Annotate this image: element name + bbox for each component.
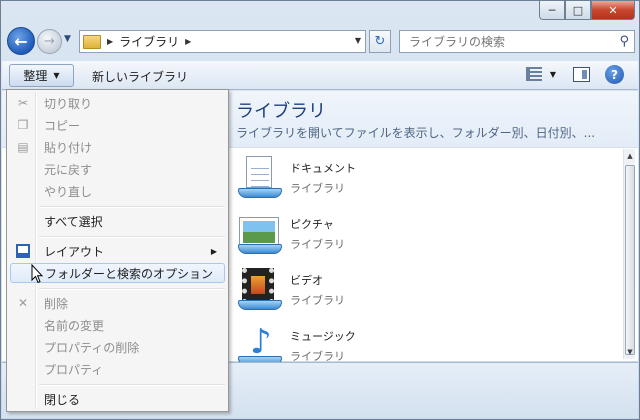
- menu-item-label: コピー: [44, 118, 81, 133]
- menu-separator: [39, 206, 225, 208]
- scroll-down-button[interactable]: ▼: [624, 345, 636, 359]
- new-library-button[interactable]: 新しいライブラリ: [92, 68, 188, 85]
- menu-item-label: 閉じる: [44, 392, 81, 407]
- item-name: ドキュメント: [290, 162, 356, 175]
- delete-icon: ✕: [17, 296, 29, 310]
- chevron-down-icon: ▼: [53, 71, 60, 80]
- documents-icon: [236, 156, 284, 200]
- list-item-documents[interactable]: ドキュメント ライブラリ: [236, 153, 556, 203]
- menu-item-label: 貼り付け: [44, 140, 93, 155]
- item-type: ライブラリ: [290, 182, 345, 195]
- maximize-button[interactable]: □: [565, 1, 591, 20]
- menu-item-label: 削除: [44, 296, 69, 311]
- back-button[interactable]: ←: [7, 27, 35, 55]
- libraries-folder-icon: [83, 34, 101, 49]
- caption-buttons: ─ □ ✕: [539, 1, 635, 20]
- menu-item-label: やり直し: [44, 184, 93, 199]
- command-bar: 整理 ▼ 新しいライブラリ ▼ ?: [2, 61, 638, 90]
- refresh-button[interactable]: ↻: [369, 30, 391, 53]
- library-description: ライブラリを開いてファイルを表示し、フォルダー別、日付別、...: [236, 126, 596, 140]
- page-title: ライブラリ: [236, 101, 326, 122]
- mouse-pointer-icon: [31, 264, 43, 284]
- search-icon[interactable]: ⚲: [619, 34, 629, 49]
- organize-label: 整理: [23, 69, 48, 83]
- list-item-videos[interactable]: ビデオ ライブラリ: [236, 265, 556, 315]
- vertical-scrollbar[interactable]: ▲ ▼: [623, 149, 635, 359]
- menu-item-label: 名前の変更: [44, 318, 105, 333]
- menu-item-copy[interactable]: ❐ コピー: [10, 115, 225, 135]
- menu-item-paste[interactable]: ▤ 貼り付け: [10, 137, 225, 157]
- forward-button[interactable]: →: [37, 29, 62, 54]
- submenu-arrow-icon: ▶: [210, 246, 217, 256]
- layout-icon: [16, 244, 30, 258]
- breadcrumb-libraries[interactable]: ライブラリ: [119, 33, 179, 50]
- navigation-bar: ← → ▼ ▶ ライブラリ ▶ ▼ ↻ ⚲: [7, 27, 635, 57]
- address-bar[interactable]: ▶ ライブラリ ▶ ▼: [79, 30, 366, 53]
- menu-item-remove-properties[interactable]: プロパティの削除: [10, 337, 225, 357]
- menu-item-label: レイアウト: [44, 244, 105, 259]
- menu-item-layout[interactable]: レイアウト ▶: [10, 241, 225, 261]
- menu-item-delete[interactable]: ✕ 削除: [10, 293, 225, 313]
- menu-item-label: 元に戻す: [44, 162, 93, 177]
- preview-pane-button[interactable]: [573, 67, 590, 82]
- menu-separator: [39, 288, 225, 290]
- item-name: ビデオ: [290, 274, 323, 287]
- scroll-up-button[interactable]: ▲: [624, 149, 636, 163]
- view-details-icon: [525, 67, 542, 81]
- organize-button[interactable]: 整理 ▼: [9, 64, 74, 87]
- item-name: ピクチャ: [290, 218, 334, 231]
- menu-item-label: プロパティの削除: [44, 340, 140, 355]
- minimize-button[interactable]: ─: [539, 1, 565, 20]
- breadcrumb-separator-icon[interactable]: ▶: [185, 37, 191, 46]
- menu-item-properties[interactable]: プロパティ: [10, 359, 225, 379]
- breadcrumb-separator-icon[interactable]: ▶: [107, 37, 113, 46]
- help-button[interactable]: ?: [605, 65, 624, 84]
- menu-item-label: プロパティ: [44, 362, 104, 377]
- scroll-thumb[interactable]: [625, 165, 635, 355]
- menu-item-label: フォルダーと検索のオプション: [45, 266, 214, 281]
- menu-item-undo[interactable]: 元に戻す: [10, 159, 225, 179]
- videos-icon: [236, 268, 284, 312]
- item-type: ライブラリ: [290, 238, 345, 251]
- menu-item-select-all[interactable]: すべて選択: [10, 211, 225, 231]
- menu-item-close[interactable]: 閉じる: [10, 389, 225, 409]
- scissors-icon: ✂: [17, 96, 29, 110]
- search-input[interactable]: [407, 33, 607, 50]
- copy-icon: ❐: [17, 118, 29, 132]
- search-box[interactable]: ⚲: [399, 30, 635, 53]
- pictures-icon: [236, 212, 284, 256]
- menu-item-label: すべて選択: [44, 214, 103, 229]
- menu-item-label: 切り取り: [44, 96, 93, 111]
- menu-item-cut[interactable]: ✂ 切り取り: [10, 93, 225, 113]
- list-item-pictures[interactable]: ピクチャ ライブラリ: [236, 209, 556, 259]
- menu-item-rename[interactable]: 名前の変更: [10, 315, 225, 335]
- organize-menu: ✂ 切り取り ❐ コピー ▤ 貼り付け 元に戻す やり直し すべて選択 レイアウ…: [6, 89, 229, 412]
- paste-icon: ▤: [17, 140, 29, 154]
- close-button[interactable]: ✕: [591, 1, 635, 20]
- chevron-down-icon: ▼: [549, 69, 556, 79]
- menu-separator: [39, 236, 225, 238]
- item-name: ミュージック: [290, 330, 356, 343]
- recent-pages-dropdown[interactable]: ▼: [64, 34, 71, 44]
- item-type: ライブラリ: [290, 294, 345, 307]
- address-history-dropdown[interactable]: ▼: [355, 36, 361, 45]
- menu-separator: [39, 384, 225, 386]
- menu-item-redo[interactable]: やり直し: [10, 181, 225, 201]
- change-view-button[interactable]: ▼: [525, 67, 556, 81]
